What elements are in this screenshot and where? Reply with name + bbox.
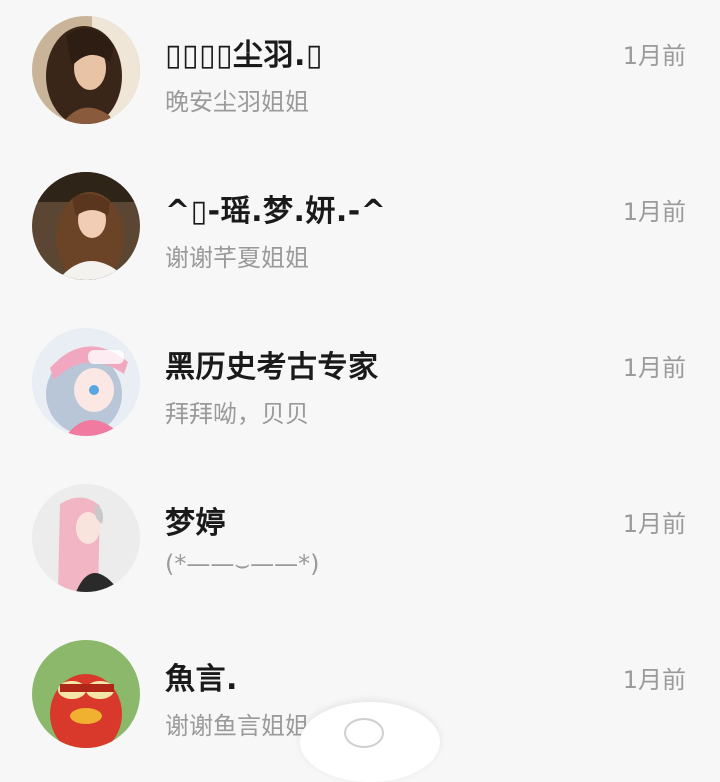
message-preview: 谢谢鱼言姐姐	[165, 712, 309, 740]
message-time: 1月前	[622, 42, 686, 70]
contact-name: 梦婷	[165, 506, 226, 541]
photo-girl-long-hair-icon[interactable]	[32, 172, 140, 280]
anime-girl-pink-cap-icon[interactable]	[32, 328, 140, 436]
conversation-item[interactable]: 梦婷 (*——⌣——*) 1月前	[0, 468, 720, 624]
conversation-item[interactable]: 黑历史考古专家 拜拜呦，贝贝 1月前	[0, 312, 720, 468]
floating-button-icon	[344, 718, 384, 748]
photo-girl-dark-hair-icon[interactable]	[32, 16, 140, 124]
contact-name: 黑历史考古专家	[165, 350, 379, 385]
conversation-list: ▯▯▯▯尘羽.▯ 晚安尘羽姐姐 1月前 ^▯-瑶.梦.妍.-^ 谢谢芊夏姐姐 1…	[0, 0, 720, 782]
contact-name: ▯▯▯▯尘羽.▯	[165, 38, 323, 73]
conversation-item[interactable]: ▯▯▯▯尘羽.▯ 晚安尘羽姐姐 1月前	[0, 0, 720, 156]
anime-girl-pink-hair-icon[interactable]	[32, 484, 140, 592]
message-time: 1月前	[622, 666, 686, 694]
message-preview: 晚安尘羽姐姐	[165, 88, 309, 116]
message-time: 1月前	[622, 354, 686, 382]
contact-name: 魚言.	[165, 662, 238, 697]
conversation-item[interactable]: ^▯-瑶.梦.妍.-^ 谢谢芊夏姐姐 1月前	[0, 156, 720, 312]
contact-name: ^▯-瑶.梦.妍.-^	[165, 194, 387, 229]
message-preview: 谢谢芊夏姐姐	[165, 244, 309, 272]
message-preview: (*——⌣——*)	[165, 550, 320, 578]
message-preview: 拜拜呦，贝贝	[165, 400, 309, 428]
message-time: 1月前	[622, 510, 686, 538]
message-time: 1月前	[622, 198, 686, 226]
